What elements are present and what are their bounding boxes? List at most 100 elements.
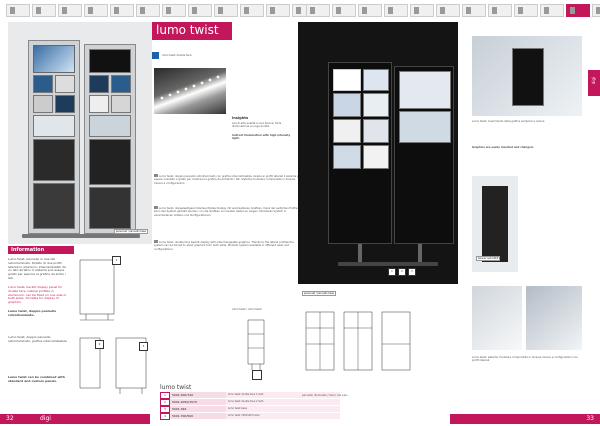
category-thumb[interactable]	[332, 4, 356, 17]
sketch-caption: lumo twist / lumo twist	[232, 308, 262, 311]
category-thumb[interactable]	[110, 4, 134, 17]
section-tab-label: digi	[591, 76, 597, 85]
page-number-right: 33	[586, 415, 594, 422]
photo-caption: panel set / pannello base	[113, 229, 148, 234]
info-paragraph: Lumo twist, doppio pannello retroillumin…	[8, 309, 57, 317]
category-thumb[interactable]	[136, 4, 160, 17]
category-thumb[interactable]	[32, 4, 56, 17]
display-panel	[328, 62, 392, 244]
category-thumb[interactable]	[6, 4, 30, 17]
panel-graphic	[482, 186, 508, 262]
info-paragraph-it: Lumo twist, pannello in due lati retroil…	[8, 257, 66, 280]
product-description: lumo twist base	[226, 406, 340, 412]
category-thumb[interactable]	[358, 4, 382, 17]
icon-row: 1 2 3	[388, 268, 416, 276]
panel-graphic	[399, 71, 451, 109]
lang-flag-it	[154, 174, 158, 177]
brand-left: digi	[40, 415, 51, 422]
drawing-number: 2	[95, 340, 104, 349]
product-code: 5001.394	[170, 406, 226, 412]
page-number-left: 32	[6, 415, 14, 422]
category-thumb[interactable]	[266, 4, 290, 17]
info-paragraph-en: Lumo twist, backlit display panel for do…	[8, 285, 67, 305]
stand-base	[338, 262, 438, 266]
page-subtitle: lumo twist double face	[162, 54, 192, 57]
technical-drawing-left	[79, 259, 147, 394]
row-number: 3	[160, 405, 170, 413]
category-thumb[interactable]	[240, 4, 264, 17]
category-thumb[interactable]	[514, 4, 538, 17]
lang-flag-de	[154, 206, 158, 209]
body-text-de: Lumo twist, doppelseitiges hinterleuchte…	[154, 206, 298, 217]
panel-graphic	[33, 115, 75, 137]
panel-graphic	[333, 145, 361, 169]
feature-icon: 3	[408, 268, 416, 276]
technical-drawing-right	[305, 311, 411, 371]
category-thumb[interactable]	[540, 4, 564, 17]
panel-graphic	[55, 75, 75, 93]
stand-pole	[358, 244, 362, 262]
product-description: lumo twist 700x500 frame	[226, 413, 340, 419]
double-face-icon	[152, 52, 159, 59]
panel-graphic	[399, 111, 451, 143]
category-thumb[interactable]	[162, 4, 186, 17]
panel-graphic	[33, 75, 53, 93]
stand-base	[22, 234, 140, 238]
display-panel	[394, 66, 454, 244]
info-paragraph: Lumo twist, doppio pannello retroillumin…	[8, 335, 68, 343]
panel-graphic	[89, 49, 131, 73]
product-description: lumo twist double face 2 ledh	[226, 399, 340, 405]
panel-graphic	[333, 93, 361, 117]
technical-drawing-center	[247, 319, 265, 370]
table-row: 4 5001.700/500 lumo twist 700x500 frame	[160, 412, 340, 420]
drawing-number: 1	[112, 256, 121, 265]
panel-graphic	[89, 139, 131, 185]
page-title: lumo twist	[156, 23, 219, 37]
category-thumb[interactable]	[188, 4, 212, 17]
table-row: 2 5001.2050/1570 lumo twist double face …	[160, 398, 340, 406]
lang-flag-en	[154, 240, 158, 243]
insights-text-it: Led di alta qualità a luce bianca, forte…	[232, 122, 282, 129]
panel-graphic	[363, 145, 389, 169]
panel-graphic	[111, 95, 131, 113]
panel-graphic	[55, 95, 75, 113]
panel-graphic	[89, 75, 109, 93]
section-tab[interactable]: digi	[588, 70, 600, 96]
panel-graphic	[512, 48, 544, 106]
detail-photo-hand	[526, 286, 582, 350]
panel-graphic	[363, 93, 389, 117]
panel-graphic	[333, 119, 361, 143]
category-thumb[interactable]	[214, 4, 238, 17]
category-thumb[interactable]	[58, 4, 82, 17]
category-thumb[interactable]	[306, 4, 330, 17]
panel-graphic	[33, 183, 75, 229]
panel-graphic	[333, 69, 361, 91]
right-text-en: Graphics are easily inserted and changed…	[472, 146, 534, 149]
panel-graphic	[363, 119, 389, 143]
category-thumb[interactable]	[592, 4, 600, 17]
body-text-it: Lumo twist, doppio pannello retroillumin…	[154, 174, 302, 185]
drawing-number: 3	[139, 342, 148, 351]
panel-graphic	[111, 75, 131, 93]
product-code: 5001.200/720	[170, 392, 226, 398]
category-thumb[interactable]	[410, 4, 434, 17]
footer-bar-right: 33	[450, 414, 600, 424]
panel-graphic	[33, 139, 75, 181]
product-code: 5001.700/500	[170, 413, 226, 419]
category-thumb[interactable]	[488, 4, 512, 17]
photo-caption: banner set kit/kit	[476, 256, 501, 261]
panel-graphic	[89, 115, 131, 137]
feature-icon: 1	[388, 268, 396, 276]
category-thumb[interactable]	[84, 4, 108, 17]
row-number: 1	[160, 391, 170, 399]
row-number: 2	[160, 398, 170, 406]
thumbnail-strip-right	[306, 4, 600, 17]
category-thumb[interactable]	[462, 4, 486, 17]
category-thumb[interactable]	[384, 4, 408, 17]
panel-graphic	[89, 95, 109, 113]
information-heading: Information	[8, 246, 74, 254]
category-thumb-active[interactable]	[566, 4, 590, 17]
category-thumb[interactable]	[436, 4, 460, 17]
display-panel	[84, 44, 136, 234]
sketch-caption: pannello illuminato / illum. led plus	[302, 394, 348, 397]
